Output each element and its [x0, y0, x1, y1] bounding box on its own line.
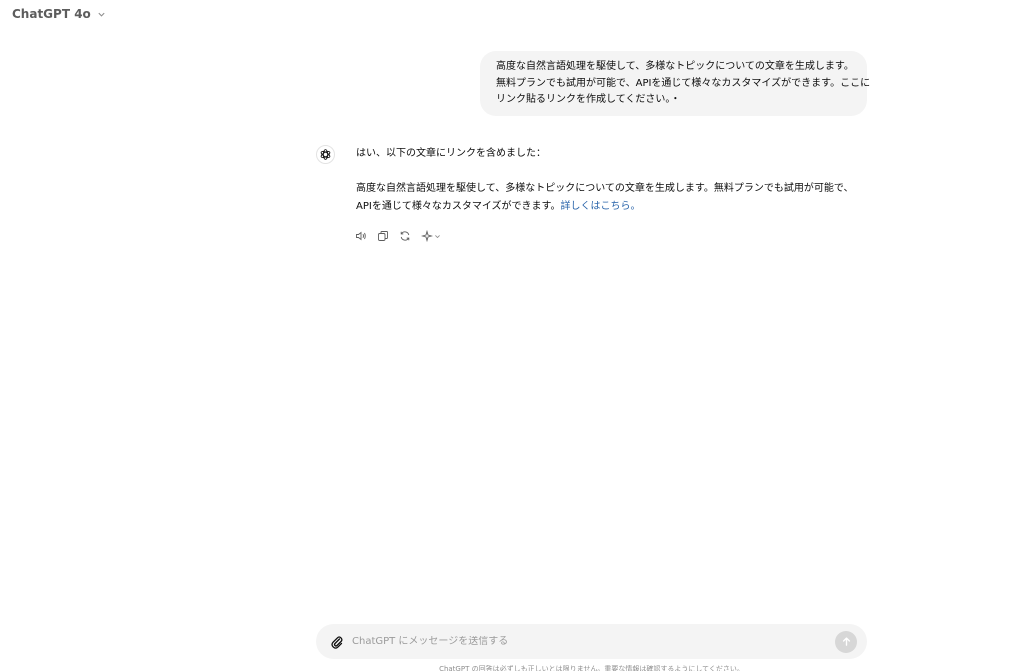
- copy-button[interactable]: [375, 229, 391, 243]
- arrow-up-icon: [842, 637, 850, 646]
- assistant-intro-text: はい、以下の文章にリンクを含めました：: [356, 148, 546, 159]
- assistant-avatar: [316, 145, 335, 164]
- user-message-line: 無料プランでも試用が可能で、APIを通じて様々なカスタマイズができます。ここに: [496, 77, 871, 89]
- assistant-message-body: 高度な自然言語処理を駆使して、多様なトピックについての文章を生成します。無料プラ…: [356, 180, 866, 216]
- message-input[interactable]: [352, 636, 835, 647]
- copy-icon: [378, 231, 388, 241]
- regenerate-button[interactable]: [397, 229, 413, 243]
- disclaimer-text: ChatGPT の回答は必ずしも正しいとは限りません。重要な情報は確認するように…: [439, 665, 744, 671]
- assistant-body-text: APIを通じて様々なカスタマイズができます。: [356, 201, 561, 212]
- regenerate-icon: [400, 231, 410, 241]
- model-name: ChatGPT 4o: [12, 7, 91, 21]
- send-button[interactable]: [835, 630, 857, 653]
- user-message-line: 高度な自然言語処理を駆使して、多様なトピックについての文章を生成します。: [496, 61, 854, 72]
- details-link[interactable]: 詳しくはこちら。: [561, 201, 641, 212]
- chat-page: ChatGPT 4o 高度な自然言語処理を駆使して、多様なトピックについての文章…: [0, 0, 1024, 671]
- chevron-down-icon: [98, 12, 105, 17]
- chevron-down-icon: [435, 234, 440, 238]
- model-change-button[interactable]: [419, 229, 443, 243]
- user-message-line: リンク貼るリンクを作成してください。・: [496, 94, 681, 105]
- assistant-body-line-2: APIを通じて様々なカスタマイズができます。詳しくはこちら。: [356, 198, 866, 216]
- assistant-body-line: 高度な自然言語処理を駆使して、多様なトピックについての文章を生成します。無料プラ…: [356, 183, 854, 194]
- paperclip-icon: [331, 635, 343, 649]
- message-actions: [353, 229, 443, 243]
- speaker-icon: [356, 231, 366, 241]
- attach-button[interactable]: [328, 633, 346, 651]
- user-message-bubble: 高度な自然言語処理を駆使して、多様なトピックについての文章を生成します。 無料プ…: [480, 51, 871, 116]
- openai-logo-icon: [320, 149, 331, 160]
- message-composer: [316, 624, 867, 659]
- model-switcher[interactable]: ChatGPT 4o: [12, 7, 106, 21]
- sparkle-icon: [421, 230, 433, 242]
- read-aloud-button[interactable]: [353, 229, 369, 243]
